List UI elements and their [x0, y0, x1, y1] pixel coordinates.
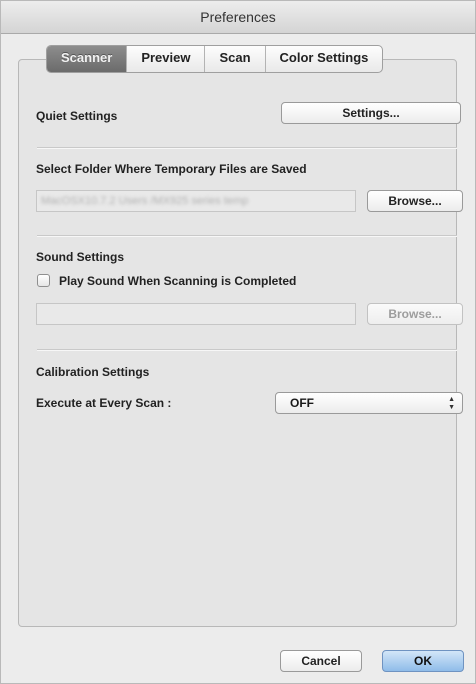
tab-scanner[interactable]: Scanner	[47, 46, 128, 72]
temp-folder-path: MacOSX10.7.2 Users /MX925 series temp	[41, 195, 249, 207]
calibration-settings-label: Calibration Settings	[36, 365, 150, 379]
sound-path-field	[36, 303, 356, 325]
quiet-settings-button[interactable]: Settings...	[281, 102, 461, 124]
settings-panel	[18, 59, 457, 627]
tab-preview[interactable]: Preview	[127, 46, 206, 72]
window-title: Preferences	[1, 1, 475, 34]
cancel-button[interactable]: Cancel	[280, 650, 362, 672]
temp-folder-browse-button[interactable]: Browse...	[367, 190, 463, 212]
play-sound-label[interactable]: Play Sound When Scanning is Completed	[59, 274, 296, 288]
preferences-window: Preferences Scanner Preview Scan Color S…	[0, 0, 476, 684]
separator	[37, 147, 457, 149]
tab-scan[interactable]: Scan	[205, 46, 266, 72]
execute-every-scan-label: Execute at Every Scan :	[36, 396, 172, 410]
calibration-select[interactable]: OFF ▲ ▼	[275, 392, 463, 414]
sound-browse-button[interactable]: Browse...	[367, 303, 463, 325]
temp-folder-path-field: MacOSX10.7.2 Users /MX925 series temp	[36, 190, 356, 212]
tab-color-settings[interactable]: Color Settings	[266, 46, 383, 72]
calibration-select-value: OFF	[290, 396, 314, 410]
quiet-settings-label: Quiet Settings	[36, 109, 118, 123]
tab-bar: Scanner Preview Scan Color Settings	[46, 45, 384, 73]
separator	[37, 235, 457, 237]
sound-settings-label: Sound Settings	[36, 250, 124, 264]
ok-button[interactable]: OK	[382, 650, 464, 672]
updown-arrows-icon: ▲ ▼	[448, 396, 455, 411]
separator	[37, 349, 457, 351]
play-sound-checkbox[interactable]	[37, 274, 50, 287]
temp-folder-label: Select Folder Where Temporary Files are …	[36, 162, 307, 176]
